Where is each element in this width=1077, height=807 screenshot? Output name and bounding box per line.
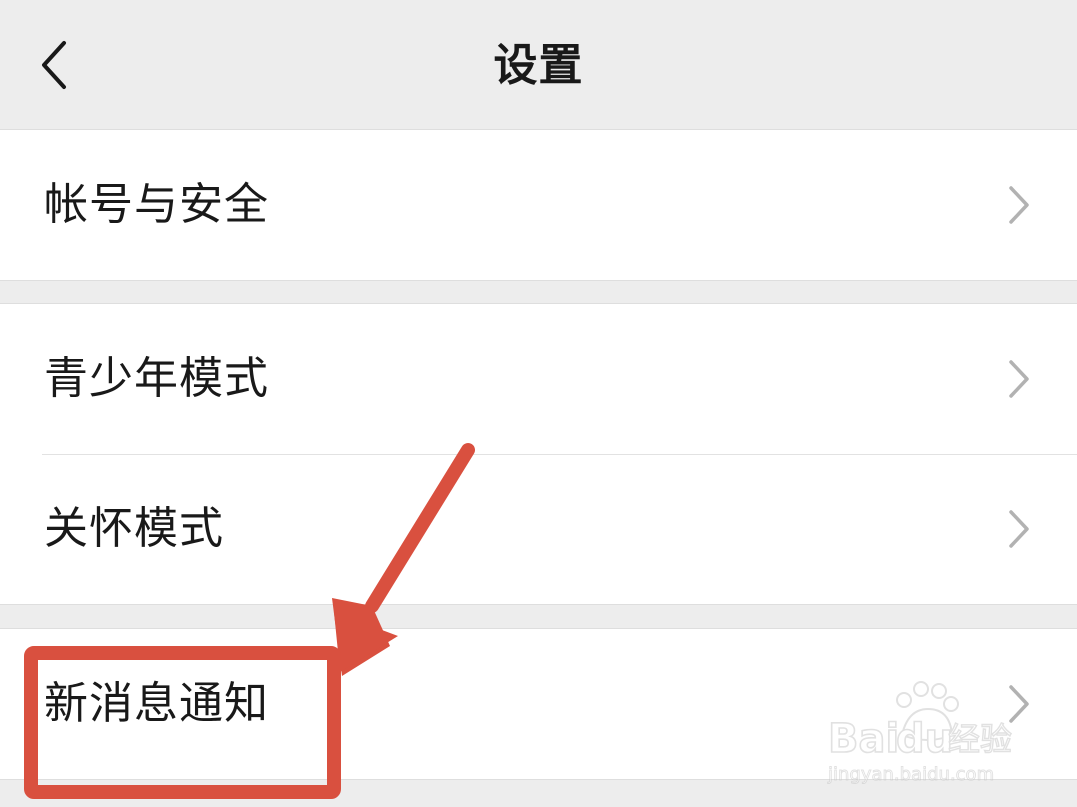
settings-item-label: 帐号与安全 [44, 179, 269, 230]
settings-item-account-security[interactable]: 帐号与安全 [0, 130, 1077, 280]
settings-group-notifications: 新消息通知 [0, 628, 1077, 780]
settings-item-care-mode[interactable]: 关怀模式 [0, 454, 1077, 604]
page-title: 设置 [493, 40, 584, 91]
top-bar: 设置 [0, 0, 1077, 129]
settings-item-teen-mode[interactable]: 青少年模式 [0, 304, 1077, 454]
settings-group-account: 帐号与安全 [0, 129, 1077, 281]
chevron-right-icon [1009, 510, 1029, 548]
settings-item-label: 关怀模式 [44, 503, 224, 554]
settings-item-label: 青少年模式 [44, 353, 269, 404]
chevron-right-icon [1009, 186, 1029, 224]
settings-item-label: 新消息通知 [44, 678, 269, 729]
settings-group-modes: 青少年模式 关怀模式 [0, 303, 1077, 605]
chevron-right-icon [1009, 685, 1029, 723]
settings-item-new-message-notification[interactable]: 新消息通知 [0, 629, 1077, 779]
chevron-right-icon [1009, 360, 1029, 398]
